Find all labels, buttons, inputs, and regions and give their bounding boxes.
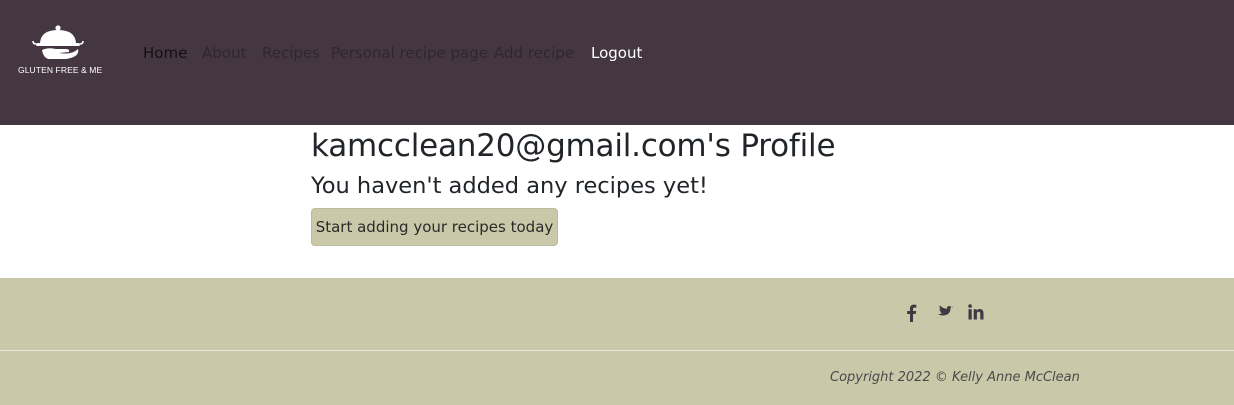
footer: Copyright 2022 © Kelly Anne McClean bbox=[0, 278, 1234, 405]
nav-home[interactable]: Home bbox=[143, 42, 187, 64]
nav-personal-recipe-page[interactable]: Personal recipe page bbox=[331, 42, 488, 64]
nav-logout[interactable]: Logout bbox=[591, 42, 642, 64]
brand-logo-link[interactable]: GLUTEN FREE & ME bbox=[14, 24, 104, 80]
brand-name: GLUTEN FREE & ME bbox=[18, 65, 103, 75]
navbar: GLUTEN FREE & ME Home About Recipes Pers… bbox=[0, 0, 1234, 125]
facebook-icon[interactable] bbox=[906, 304, 917, 324]
serving-dish-icon bbox=[32, 25, 84, 59]
copyright-text: Copyright 2022 © Kelly Anne McClean bbox=[830, 370, 1080, 385]
page-title: kamcclean20@gmail.com's Profile bbox=[311, 128, 836, 164]
nav-about[interactable]: About bbox=[202, 42, 246, 64]
linkedin-icon[interactable] bbox=[968, 304, 984, 324]
nav-add-recipe[interactable]: Add recipe bbox=[494, 42, 574, 64]
footer-divider bbox=[0, 350, 1234, 351]
twitter-icon[interactable] bbox=[936, 304, 954, 324]
empty-recipes-message: You haven't added any recipes yet! bbox=[311, 173, 708, 199]
nav-recipes[interactable]: Recipes bbox=[262, 42, 320, 64]
start-adding-recipes-button[interactable]: Start adding your recipes today bbox=[311, 208, 558, 246]
